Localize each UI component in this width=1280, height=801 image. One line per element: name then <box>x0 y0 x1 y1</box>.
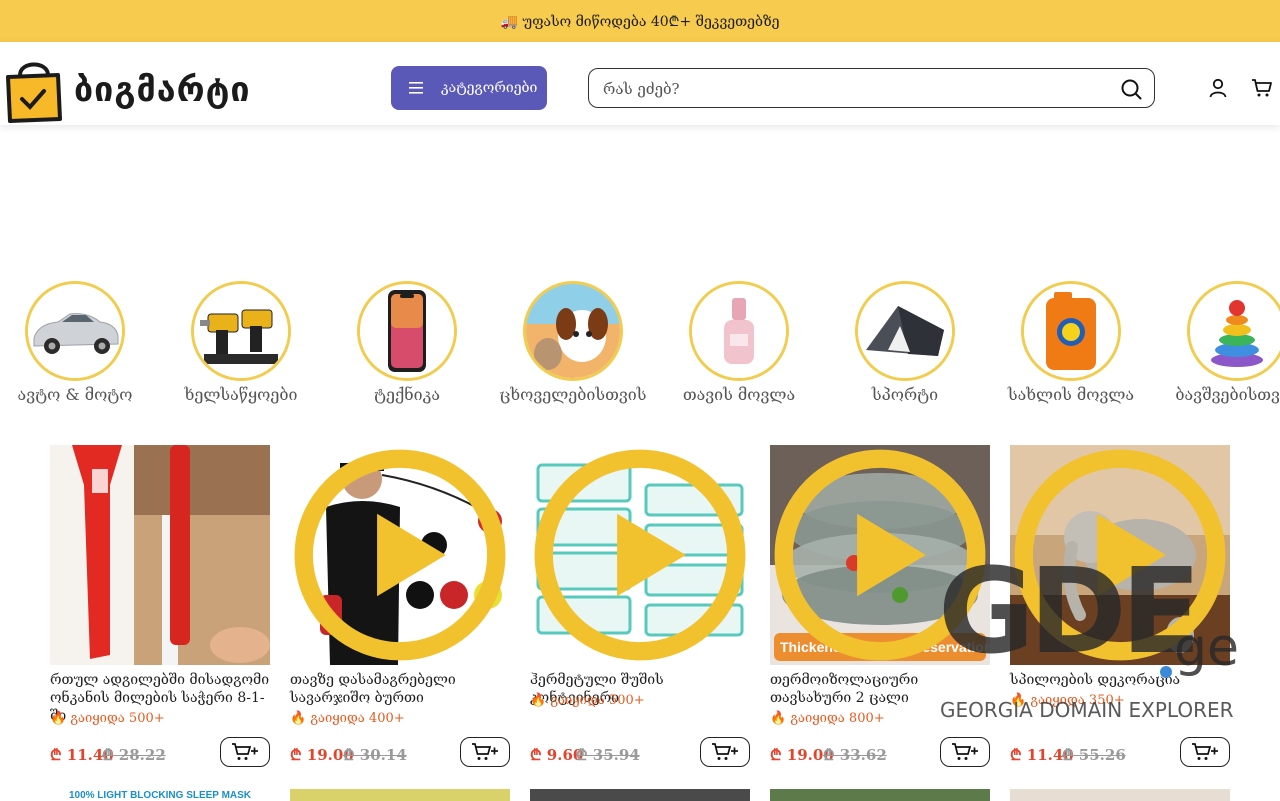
add-to-cart-button[interactable] <box>460 737 510 767</box>
product-title[interactable]: თავზე დასამაგრებელი სავარჯიშო ბურთი <box>290 671 510 707</box>
product-card-row2[interactable] <box>290 789 510 801</box>
menu-icon <box>409 82 423 94</box>
product-title[interactable]: სპილოების დეკორაცია <box>1010 671 1230 689</box>
category-label: სპორტი <box>871 385 939 404</box>
category-label: ავტო & მოტო <box>17 385 133 404</box>
product-card-row2[interactable]: 100% LIGHT BLOCKING SLEEP MASK <box>50 789 270 801</box>
category-label: ბავშვებისთვის <box>1175 385 1280 404</box>
promo-text: 🚚 უფასო მიწოდება 40₾+ შეკვეთებზე <box>500 13 780 30</box>
category-item-care[interactable]: თავის მოვლა <box>656 281 822 404</box>
sold-count: 🔥 გაიყიდა 400+ <box>290 711 405 726</box>
product-card[interactable]: რთულ ადგილებში მისადგომი ონკანის მილების… <box>50 445 270 767</box>
category-item-tech[interactable]: ტექნიკა <box>324 281 490 404</box>
boxing-ball-image <box>290 445 510 665</box>
categories-button-label: კატეგორიები <box>441 80 538 96</box>
old-price: ₾ 55.26 <box>1062 746 1126 764</box>
product-title[interactable]: თერმოიზოლაციური თავსახური 2 ცალი <box>770 671 990 707</box>
add-to-cart-button[interactable] <box>700 737 750 767</box>
product-card-row2[interactable] <box>530 789 750 801</box>
category-item-home[interactable]: სახლის მოვლა <box>988 281 1154 404</box>
phone-image <box>357 281 457 381</box>
category-item-pets[interactable]: ცხოველებისთვის <box>490 281 656 404</box>
category-strip: ავტო & მოტო ხელსაწყოები ტექნიკა ცხოველებ… <box>0 281 1280 411</box>
old-price: ₾ 28.22 <box>102 746 166 764</box>
sold-count: 🔥 გაიყიდა 800+ <box>770 711 885 726</box>
add-to-cart-button[interactable] <box>220 737 270 767</box>
price-bar: ₾ 11.40 ₾ 28.22 <box>50 737 270 769</box>
category-label: ცხოველებისთვის <box>499 385 647 404</box>
food-covers-image: Thickened for heat preservation <box>770 445 990 665</box>
category-label: თავის მოვლა <box>682 385 796 404</box>
play-video-icon[interactable] <box>1010 445 1230 665</box>
cart-plus-icon <box>712 743 738 760</box>
pets-image <box>523 281 623 381</box>
glass-containers-image <box>530 445 750 665</box>
category-label: ტექნიკა <box>373 385 440 404</box>
search-input[interactable] <box>601 69 1105 109</box>
cart-plus-icon <box>1192 743 1218 760</box>
product-card[interactable]: სპილოების დეკორაცია 🔥 გაიყიდა 350+ ₾ 11.… <box>1010 445 1230 767</box>
detergent-image <box>1021 281 1121 381</box>
product-title[interactable]: ჰერმეტული შუშის კონტეინერი <box>530 671 750 706</box>
category-item-sport[interactable]: სპორტი <box>822 281 988 404</box>
play-video-icon[interactable] <box>290 445 510 665</box>
site-header: ბიგმარტი კატეგორიები <box>0 42 1280 125</box>
brand-name[interactable]: ბიგმარტი <box>74 70 251 110</box>
price-bar: ₾ 19.00 ₾ 33.62 <box>770 737 990 769</box>
play-video-icon[interactable] <box>770 445 990 665</box>
cart-plus-icon <box>232 743 258 760</box>
cart-icon[interactable] <box>1251 78 1273 98</box>
category-item-auto[interactable]: ავტო & მოტო <box>0 281 158 404</box>
search-icon[interactable] <box>1120 78 1142 100</box>
category-item-kids[interactable]: ბავშვებისთვის <box>1154 281 1280 404</box>
product-card[interactable]: ჰერმეტული შუშის კონტეინერი 🔥 გაიყიდა 500… <box>530 445 750 767</box>
user-icon[interactable] <box>1208 78 1228 98</box>
price-bar: ₾ 9.60 ₾ 35.94 <box>530 737 750 769</box>
wrench-image <box>50 445 270 665</box>
product-card[interactable]: Thickened for heat preservation თერმოიზო… <box>770 445 990 767</box>
tools-image <box>191 281 291 381</box>
sold-count: 🔥 გაიყიდა 500+ <box>530 693 645 708</box>
product-card[interactable]: თავზე დასამაგრებელი სავარჯიშო ბურთი 🔥 გა… <box>290 445 510 767</box>
cart-plus-icon <box>472 743 498 760</box>
category-item-tools[interactable]: ხელსაწყოები <box>158 281 324 404</box>
old-price: ₾ 35.94 <box>576 746 640 764</box>
search-box <box>588 68 1155 109</box>
price-bar: ₾ 19.00 ₾ 30.14 <box>290 737 510 769</box>
toy-image <box>1187 281 1280 381</box>
row2-caption: 100% LIGHT BLOCKING SLEEP MASK <box>50 789 270 801</box>
tent-image <box>855 281 955 381</box>
product-card-row2[interactable] <box>1010 789 1230 801</box>
car-image <box>25 281 125 381</box>
add-to-cart-button[interactable] <box>1180 737 1230 767</box>
product-title[interactable]: რთულ ადგილებში მისადგომი ონკანის მილების… <box>50 671 270 724</box>
price-bar: ₾ 11.40 ₾ 55.26 <box>1010 737 1230 769</box>
categories-button[interactable]: კატეგორიები <box>391 66 547 110</box>
play-video-icon[interactable] <box>530 445 750 665</box>
logo-bag-icon[interactable] <box>4 55 64 123</box>
serum-image <box>689 281 789 381</box>
cart-plus-icon <box>952 743 978 760</box>
old-price: ₾ 30.14 <box>343 746 407 764</box>
old-price: ₾ 33.62 <box>823 746 887 764</box>
category-label: სახლის მოვლა <box>1007 385 1135 404</box>
add-to-cart-button[interactable] <box>940 737 990 767</box>
elephants-image <box>1010 445 1230 665</box>
sold-count: 🔥 გაიყიდა 350+ <box>1010 693 1125 708</box>
sold-count: 🔥 გაიყიდა 500+ <box>50 711 165 726</box>
promo-bar: 🚚 უფასო მიწოდება 40₾+ შეკვეთებზე <box>0 0 1280 42</box>
category-label: ხელსაწყოები <box>184 385 298 404</box>
product-card-row2[interactable] <box>770 789 990 801</box>
